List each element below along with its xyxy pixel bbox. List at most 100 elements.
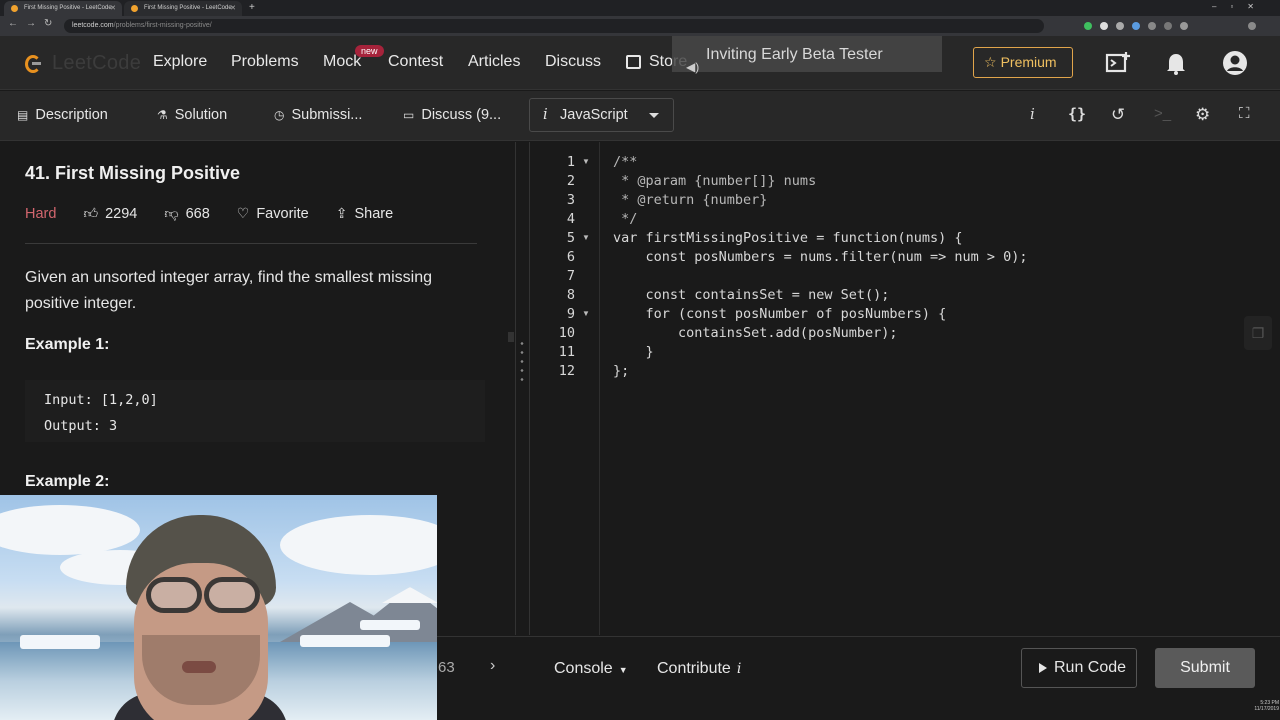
favorite-label: Favorite (256, 205, 309, 222)
tab-discuss[interactable]: ▭ Discuss (9... (403, 107, 501, 123)
close-tab-icon[interactable]: ✕ (230, 1, 236, 16)
nav-explore[interactable]: Explore (153, 53, 207, 71)
settings-gear-icon[interactable]: ⚙ (1195, 105, 1210, 125)
nav-discuss[interactable]: Discuss (545, 53, 601, 71)
profile-avatar-icon[interactable] (1248, 22, 1256, 30)
line-number: 11 (558, 344, 575, 360)
dislike-button[interactable]: 👎︎ 668 (164, 205, 209, 222)
close-tab-icon[interactable]: ✕ (110, 1, 116, 16)
contribute-link[interactable]: Contribute i (657, 660, 741, 678)
description-icon: ▤ (17, 108, 29, 122)
extension-icon[interactable] (1132, 22, 1140, 30)
extension-icon[interactable] (1164, 22, 1172, 30)
like-button[interactable]: 👍︎ 2294 (83, 205, 137, 222)
language-select[interactable]: i JavaScript (529, 98, 674, 132)
code-line: const containsSet = new Set(); (613, 287, 890, 303)
panel-resize-handle[interactable] (520, 339, 524, 385)
code-editor[interactable]: 1 2 3 4 5 6 7 8 9 10 11 12 ▼ ▼ ▼ /** * @… (529, 142, 1280, 635)
line-number: 9 (566, 306, 575, 322)
code-line: } (613, 344, 654, 360)
beta-tester-banner[interactable]: ◀) Inviting Early Beta Tester (672, 36, 942, 74)
extension-icon[interactable] (1116, 22, 1124, 30)
playground-icon[interactable] (1104, 49, 1132, 77)
divider (25, 243, 477, 244)
run-code-button[interactable]: Run Code (1021, 648, 1137, 688)
premium-button[interactable]: ☆ Premium (973, 47, 1073, 78)
example-2-heading: Example 2: (25, 473, 110, 490)
scrollbar[interactable] (508, 332, 514, 342)
reload-icon[interactable]: ↻ (44, 18, 52, 29)
leetcode-favicon-icon (131, 5, 138, 12)
problem-meta: Hard 👍︎ 2294 👎︎ 668 ♡ Favorite ⇪ Share (25, 205, 420, 222)
forward-icon[interactable]: → (26, 18, 36, 29)
reset-icon[interactable]: ↺ (1111, 105, 1125, 125)
info-icon: i (736, 661, 742, 677)
thumbs-up-icon: 👍︎ (83, 205, 99, 221)
flask-icon: ⚗ (157, 108, 168, 122)
code-line: const posNumbers = nums.filter(num => nu… (613, 249, 1028, 265)
info-icon[interactable]: i (1030, 105, 1035, 123)
thumbs-down-icon: 👎︎ (164, 205, 179, 221)
window-controls[interactable]: –▫✕ (1212, 0, 1268, 14)
tab-description[interactable]: ▤ Description (17, 107, 108, 123)
url-domain: leetcode.com (72, 22, 114, 29)
browser-tab-title: First Missing Positive - LeetCode (24, 5, 112, 11)
language-value: JavaScript (560, 107, 628, 123)
run-code-label: Run Code (1054, 659, 1127, 676)
tab-label: Submissi... (291, 107, 363, 123)
nav-problems[interactable]: Problems (231, 53, 299, 71)
new-badge: new (355, 45, 384, 57)
chevron-right-icon[interactable]: › (490, 657, 495, 675)
store-icon (626, 55, 641, 69)
difficulty-badge: Hard (25, 205, 57, 222)
format-braces-icon[interactable]: {} (1068, 105, 1086, 123)
example-1-input: Input: [1,2,0] (44, 392, 158, 408)
extension-icon[interactable] (1084, 22, 1092, 30)
fullscreen-icon[interactable]: ⛶ (1239, 105, 1250, 122)
code-line: for (const posNumber of posNumbers) { (613, 306, 947, 322)
browser-tab-title: First Missing Positive - LeetCode (144, 5, 232, 11)
line-number: 5 (566, 230, 575, 246)
favorite-button[interactable]: ♡ Favorite (237, 205, 309, 222)
code-line: }; (613, 363, 630, 379)
address-bar-row: ← → ↻ leetcode.com/problems/first-missin… (0, 16, 1280, 36)
code-line: var firstMissingPositive = function(nums… (613, 230, 963, 246)
line-number: 4 (566, 211, 575, 227)
browser-tab[interactable]: First Missing Positive - LeetCode ✕ (124, 1, 242, 16)
back-icon[interactable]: ← (8, 18, 18, 29)
notification-bell-icon[interactable] (1162, 49, 1190, 77)
tab-solution[interactable]: ⚗ Solution (157, 107, 227, 123)
extension-icon[interactable] (1148, 22, 1156, 30)
line-number: 6 (566, 249, 575, 265)
nav-mock[interactable]: Mock (323, 53, 361, 71)
line-number: 1 (566, 154, 575, 170)
code-line: * @return {number} (613, 192, 768, 208)
submit-button[interactable]: Submit (1155, 648, 1255, 688)
star-icon: ☆ (984, 54, 997, 70)
fold-arrow-icon[interactable]: ▼ (582, 157, 590, 166)
url-field[interactable]: leetcode.com/problems/first-missing-posi… (64, 19, 1044, 33)
tab-submissions[interactable]: ◷ Submissi... (274, 107, 362, 123)
megaphone-icon: ◀) (686, 60, 700, 74)
terminal-icon[interactable]: >_ (1154, 105, 1171, 122)
fold-arrow-icon[interactable]: ▼ (582, 233, 590, 242)
leetcode-logo[interactable]: LeetCode (24, 52, 141, 75)
nav-articles[interactable]: Articles (468, 53, 520, 71)
console-toggle[interactable]: Console ▼ (554, 660, 628, 678)
nav-contest[interactable]: Contest (388, 53, 443, 71)
copy-icon[interactable]: ❐ (1244, 316, 1272, 350)
dislike-count: 668 (185, 205, 210, 222)
comment-icon: ▭ (403, 108, 415, 122)
example-1-heading: Example 1: (25, 336, 110, 353)
line-number: 7 (566, 268, 575, 284)
user-avatar-icon[interactable] (1221, 49, 1249, 77)
problem-title: 41. First Missing Positive (25, 163, 241, 183)
leetcode-logo-icon (24, 53, 44, 75)
extension-icon[interactable] (1100, 22, 1108, 30)
new-tab-button[interactable]: + (249, 0, 255, 16)
browser-tab[interactable]: First Missing Positive - LeetCode ✕ (4, 1, 122, 16)
fold-arrow-icon[interactable]: ▼ (582, 309, 590, 318)
share-button[interactable]: ⇪ Share (336, 205, 393, 222)
extension-icon[interactable] (1180, 22, 1188, 30)
share-label: Share (354, 205, 394, 222)
